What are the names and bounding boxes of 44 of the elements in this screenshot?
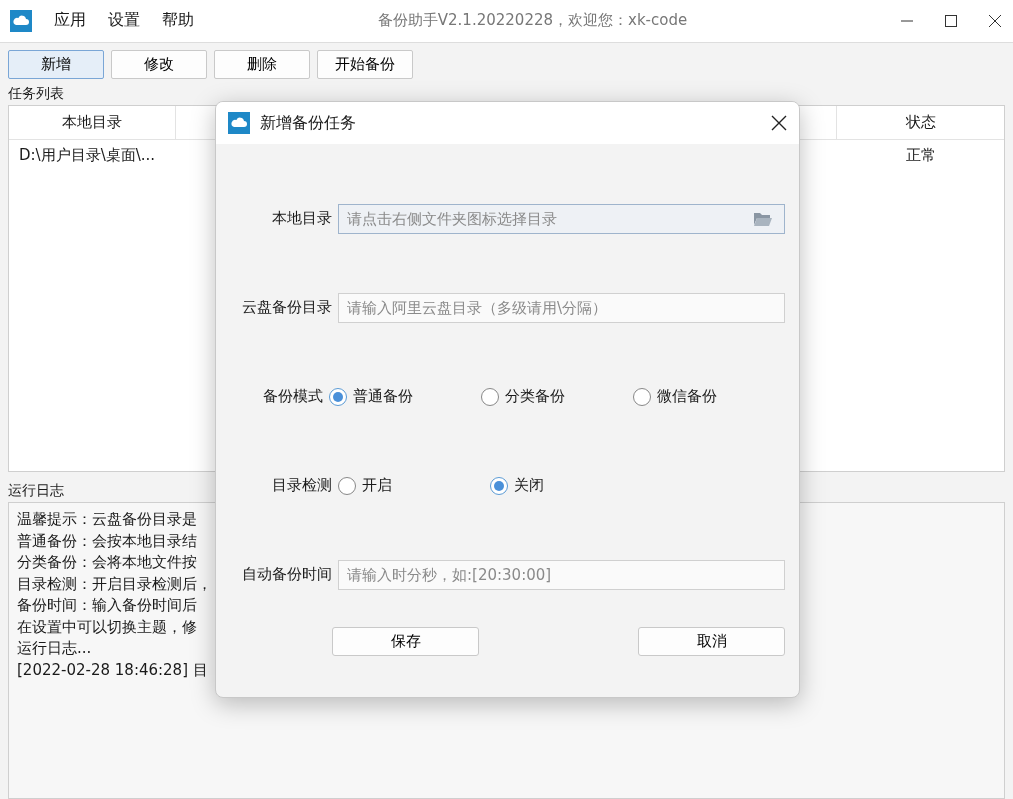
radio-option[interactable]: 开启: [338, 476, 490, 495]
section-label: 任务列表: [8, 84, 64, 103]
table-cell-text: D:\用户目录\桌面\...: [18, 146, 157, 165]
radio-option[interactable]: 微信备份: [633, 387, 785, 406]
log-line: 运行日志...: [17, 638, 92, 660]
log-line: 分类备份：会将本地文件按: [17, 552, 197, 574]
menu-item[interactable]: 帮助: [162, 10, 194, 32]
field-label: 备份模式: [262, 387, 324, 406]
toolbar-button[interactable]: 新增: [8, 49, 104, 79]
menu-item[interactable]: 应用: [54, 10, 86, 32]
section-label: 运行日志: [8, 481, 64, 501]
log-line: 在设置中可以切换主题，修: [17, 616, 197, 638]
table-cell-text: 正常: [904, 146, 937, 165]
input-field[interactable]: 请输入时分秒，如:[20:30:00]: [338, 559, 785, 590]
field-label: 目录检测: [271, 476, 333, 495]
input-field[interactable]: 请输入阿里云盘目录（多级请用\分隔）: [338, 292, 785, 323]
dialog-button[interactable]: 保存: [332, 627, 479, 656]
input-field[interactable]: 请点击右侧文件夹图标选择目录: [338, 203, 785, 234]
field-label: 云盘备份目录: [241, 298, 333, 317]
log-line: [2022-02-28 18:46:28] 目: [17, 659, 208, 681]
close-icon[interactable]: [771, 115, 787, 131]
toolbar-button[interactable]: 删除: [214, 49, 310, 79]
field-label: 自动备份时间: [241, 565, 333, 584]
log-line: 目录检测：开启目录检测后，: [17, 573, 212, 595]
dialog-button[interactable]: 取消: [638, 627, 785, 656]
dialog-title: 新增备份任务: [260, 112, 357, 134]
maximize-icon[interactable]: [943, 12, 959, 29]
close-icon[interactable]: [987, 12, 1003, 29]
column-header: 状态: [904, 111, 937, 133]
radio-option[interactable]: 关闭: [490, 476, 642, 495]
app-logo-icon: [228, 112, 250, 134]
window-title: 备份助手V2.1.20220228，欢迎您：xk-code: [376, 11, 689, 31]
app-logo-icon: [10, 9, 32, 32]
radio-option[interactable]: 普通备份: [329, 387, 481, 406]
radio-option[interactable]: 分类备份: [481, 387, 633, 406]
log-line: 普通备份：会按本地目录结: [17, 530, 197, 552]
log-line: 备份时间：输入备份时间后: [17, 595, 197, 617]
log-line: 温馨提示：云盘备份目录是: [17, 509, 197, 531]
toolbar-button[interactable]: 修改: [111, 49, 207, 79]
menu-item[interactable]: 设置: [108, 10, 140, 32]
toolbar-button[interactable]: 开始备份: [317, 49, 413, 79]
folder-icon[interactable]: [753, 210, 773, 227]
column-header: 本地目录: [9, 105, 176, 139]
field-label: 本地目录: [271, 209, 333, 228]
